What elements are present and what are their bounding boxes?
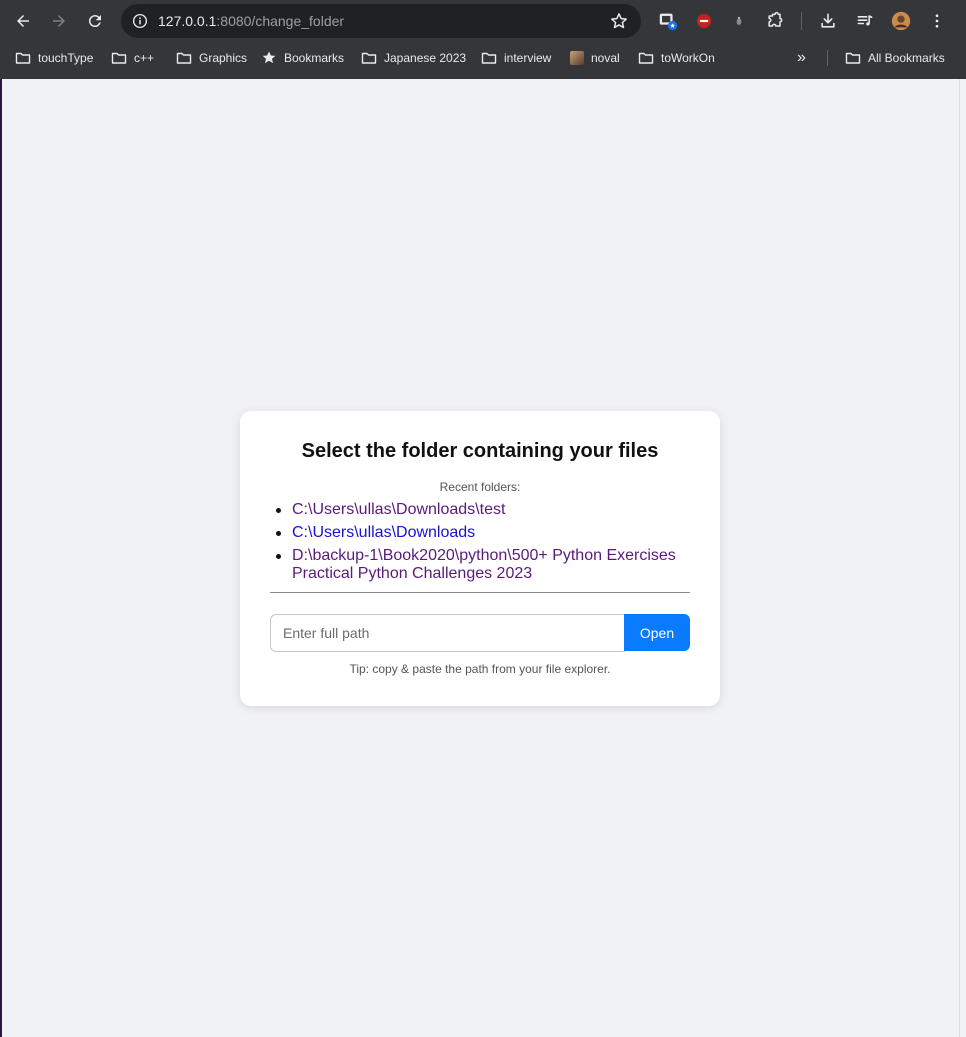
list-item: C:\Users\ullas\Downloads: [272, 524, 692, 542]
star-icon: [262, 51, 276, 64]
path-input[interactable]: [270, 614, 625, 652]
bookmarks-separator: [827, 50, 828, 66]
bookmark-label: touchType: [38, 51, 94, 65]
bookmark-label: All Bookmarks: [868, 51, 945, 65]
avatar-icon: [570, 51, 584, 65]
back-button[interactable]: [10, 8, 36, 34]
bookmark-interview[interactable]: interview: [481, 46, 551, 70]
url-host: 127.0.0.1: [158, 13, 217, 29]
url-text[interactable]: 127.0.0.1:8080/change_folder: [158, 4, 344, 38]
extensions-puzzle-icon[interactable]: [763, 9, 787, 33]
divider: [270, 592, 690, 593]
extension-dot-icon[interactable]: [727, 9, 751, 33]
bookmark-label: noval: [591, 51, 620, 65]
scrollbar[interactable]: [959, 79, 966, 1037]
blocker-extension-icon[interactable]: [692, 9, 716, 33]
folder-icon: [361, 52, 377, 64]
chevron-double-right-icon: »: [797, 49, 806, 66]
list-item: D:\backup-1\Book2020\python\500+ Python …: [272, 547, 692, 583]
bookmark-bookmarks[interactable]: Bookmarks: [261, 46, 344, 70]
toolbar-separator: [801, 12, 802, 30]
browser-toolbar: 127.0.0.1:8080/change_folder: [0, 0, 966, 42]
recent-folders-label: Recent folders:: [439, 480, 521, 494]
recent-folder-link[interactable]: C:\Users\ullas\Downloads\test: [292, 501, 505, 518]
bookmark-noval[interactable]: noval: [570, 46, 620, 70]
page-viewport: Select the folder containing your files …: [2, 79, 959, 1037]
folder-icon: [638, 52, 654, 64]
bookmark-label: interview: [504, 51, 552, 65]
bookmark-toworkon[interactable]: toWorkOn: [638, 46, 715, 70]
folder-icon: [481, 52, 497, 64]
bookmarks-bar: touchType c++ Graphics Bookmarks Japanes…: [0, 46, 966, 70]
reload-icon: [88, 15, 101, 28]
bookmark-cpp[interactable]: c++: [111, 46, 154, 70]
bookmark-japanese-2023[interactable]: Japanese 2023: [361, 46, 466, 70]
site-info-icon[interactable]: [129, 10, 151, 32]
url-path: :8080/change_folder: [216, 13, 345, 29]
profile-avatar-icon[interactable]: [889, 9, 913, 33]
folder-select-card: Select the folder containing your files …: [240, 411, 720, 706]
folder-icon: [176, 52, 192, 64]
download-icon[interactable]: [816, 9, 840, 33]
bookmarks-overflow-button[interactable]: »: [797, 46, 806, 70]
recent-folder-link[interactable]: C:\Users\ullas\Downloads: [292, 524, 475, 541]
bookmark-label: Graphics: [199, 51, 248, 65]
all-bookmarks-button[interactable]: All Bookmarks: [845, 46, 945, 70]
folder-icon: [111, 52, 127, 64]
list-item: C:\Users\ullas\Downloads\test: [272, 501, 692, 519]
bookmark-touchtype[interactable]: touchType: [15, 46, 93, 70]
recent-folder-link[interactable]: D:\backup-1\Book2020\python\500+ Python …: [292, 547, 676, 582]
tip-text: Tip: copy & paste the path from your fil…: [349, 662, 611, 676]
browser-chrome: 127.0.0.1:8080/change_folder touchType c…: [0, 0, 966, 79]
bookmark-label: c++: [134, 51, 155, 65]
tab-search-extension-icon[interactable]: [656, 9, 680, 33]
bookmark-label: toWorkOn: [661, 51, 715, 65]
bookmark-graphics[interactable]: Graphics: [176, 46, 247, 70]
browser-menu-icon[interactable]: [925, 9, 949, 33]
reload-button[interactable]: [82, 8, 108, 34]
bookmark-star-icon[interactable]: [609, 11, 629, 31]
open-button[interactable]: Open: [624, 614, 690, 651]
bookmark-label: Japanese 2023: [384, 51, 467, 65]
forward-arrow-icon: [53, 15, 65, 27]
recent-folders-list: C:\Users\ullas\Downloads\test C:\Users\u…: [272, 501, 692, 588]
forward-button[interactable]: [46, 8, 72, 34]
folder-icon: [15, 52, 31, 64]
back-arrow-icon: [17, 15, 29, 27]
folder-icon: [845, 52, 861, 64]
media-queue-icon[interactable]: [853, 9, 877, 33]
address-bar[interactable]: 127.0.0.1:8080/change_folder: [121, 4, 641, 38]
page-title: Select the folder containing your files: [301, 440, 659, 462]
bookmark-label: Bookmarks: [284, 51, 345, 65]
